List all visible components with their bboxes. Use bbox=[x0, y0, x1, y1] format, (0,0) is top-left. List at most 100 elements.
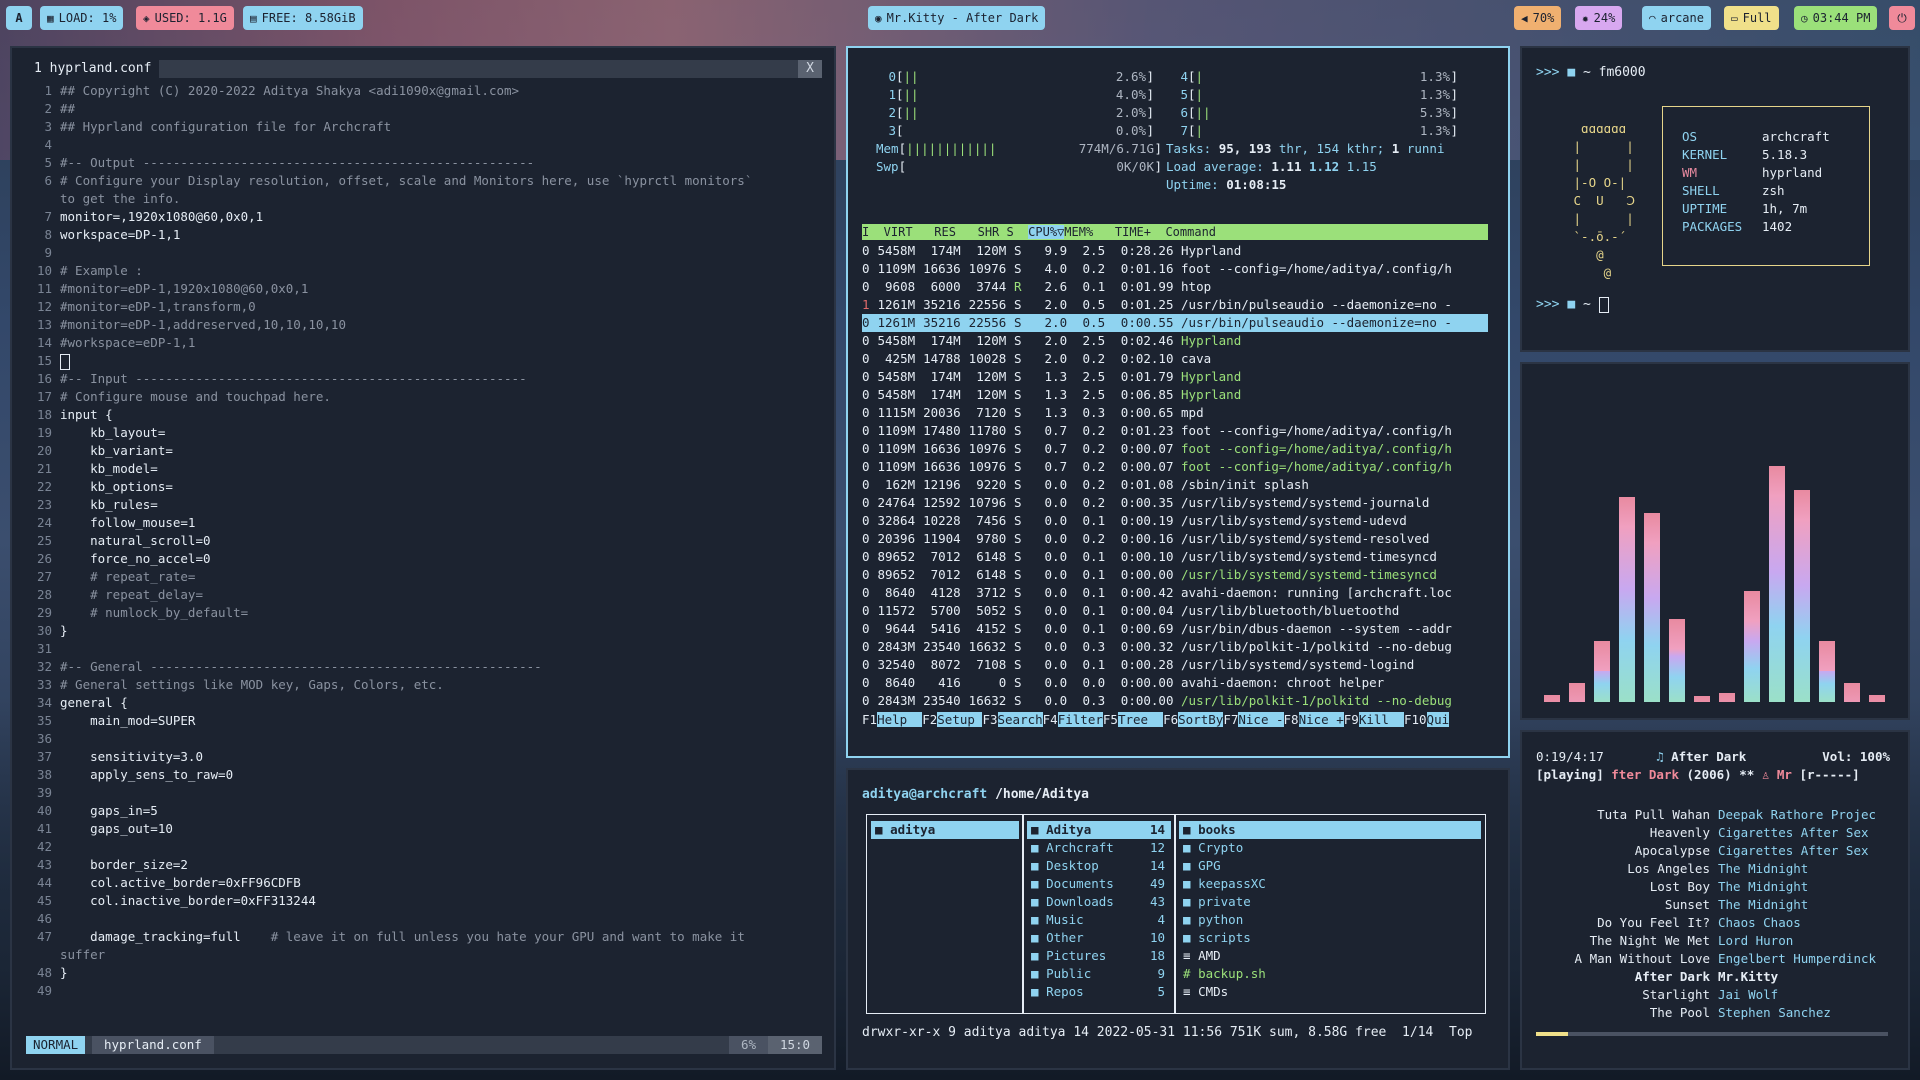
file-entry[interactable]: ■ books bbox=[1179, 821, 1481, 839]
file-entry[interactable]: ≡ CMDs bbox=[1179, 983, 1481, 1001]
close-tab-button[interactable]: X bbox=[798, 60, 822, 78]
process-table-header[interactable]: I VIRT RES SHR S CPU%▽MEM% TIME+ Command bbox=[862, 224, 1488, 240]
process-row[interactable]: 0 1109M 16636 10976 S 4.0 0.2 0:01.16 foot --co… bbox=[862, 260, 1488, 278]
playlist-title[interactable]: Tuta Pull Wahan bbox=[1536, 806, 1710, 824]
playlist-artist[interactable]: Mr.Kitty bbox=[1718, 968, 1778, 986]
process-row[interactable]: 0 1109M 17480 11780 S 0.7 0.2 0:01.23 foot --co… bbox=[862, 422, 1488, 440]
prompt-line-2[interactable]: >>> ■ ~ bbox=[1536, 296, 1609, 314]
process-row[interactable]: 0 1115M 20036 7120 S 1.3 0.3 0:00.65 mpd bbox=[862, 404, 1488, 422]
process-row[interactable]: 1 1261M 35216 22556 S 2.0 0.5 0:01.25 /usr/bin/… bbox=[862, 296, 1488, 314]
playlist-artist[interactable]: Chaos Chaos bbox=[1718, 914, 1801, 932]
parent-column[interactable]: ■ aditya bbox=[866, 814, 1024, 1014]
playlist-artist[interactable]: Deepak Rathore Projec bbox=[1718, 806, 1876, 824]
file-entry[interactable]: ■ Archcraft 12 bbox=[1027, 839, 1171, 857]
battery-module[interactable]: ▭ Full bbox=[1724, 6, 1779, 30]
function-key-label[interactable]: Nice + bbox=[1298, 712, 1344, 727]
file-entry[interactable]: ■ Crypto bbox=[1179, 839, 1481, 857]
htop-window[interactable]: 0[|| 2.6%] 1[|| 4.0%] 2[|| 2.0%] 3[0.0%] 4[| 1.3… bbox=[846, 46, 1510, 758]
playlist-artist[interactable]: The Midnight bbox=[1718, 878, 1808, 896]
function-key-label[interactable]: Kill bbox=[1358, 712, 1404, 727]
playlist-title[interactable]: A Man Without Love bbox=[1536, 950, 1710, 968]
process-row[interactable]: 0 2843M 23540 16632 S 0.0 0.3 0:00.00 /usr/lib/… bbox=[862, 692, 1488, 710]
file-entry[interactable]: ≡ AMD bbox=[1179, 947, 1481, 965]
playlist-artist[interactable]: Engelbert Humperdinck bbox=[1718, 950, 1876, 968]
volume-module[interactable]: ◀ 70% bbox=[1514, 6, 1562, 30]
function-key-label[interactable]: Qui bbox=[1426, 712, 1450, 727]
process-row[interactable]: 0 8640 416 0 S 0.0 0.0 0:00.00 avahi-daemon: ch… bbox=[862, 674, 1488, 692]
function-key-label[interactable]: Setup bbox=[937, 712, 983, 727]
process-row[interactable]: 0 5458M 174M 120M S 2.0 2.5 0:02.46 Hyprland bbox=[862, 332, 1488, 350]
playlist-artist[interactable]: Cigarettes After Sex bbox=[1718, 842, 1869, 860]
function-key-label[interactable]: SortBy bbox=[1178, 712, 1224, 727]
process-row[interactable]: 0 32540 8072 7108 S 0.0 0.1 0:00.28 /usr/lib/sy… bbox=[862, 656, 1488, 674]
process-row[interactable]: 0 162M 12196 9220 S 0.0 0.2 0:01.08 /sbin/init … bbox=[862, 476, 1488, 494]
file-entry[interactable]: ■ private bbox=[1179, 893, 1481, 911]
process-row[interactable]: 0 8640 4128 3712 S 0.0 0.1 0:00.42 avahi-daemon… bbox=[862, 584, 1488, 602]
process-row[interactable]: 0 20396 11904 9780 S 0.0 0.2 0:00.16 /usr/lib/s… bbox=[862, 530, 1488, 548]
file-entry[interactable]: ■ Downloads 43 bbox=[1027, 893, 1171, 911]
process-row[interactable]: 0 425M 14788 10028 S 2.0 0.2 0:02.10 cava bbox=[862, 350, 1488, 368]
playlist-title[interactable]: Los Angeles bbox=[1536, 860, 1710, 878]
clock-module[interactable]: ◷ 03:44 PM bbox=[1794, 6, 1878, 30]
function-key-label[interactable]: Search bbox=[997, 712, 1043, 727]
playlist-artist[interactable]: Stephen Sanchez bbox=[1718, 1004, 1831, 1022]
process-row[interactable]: 0 24764 12592 10796 S 0.0 0.2 0:00.35 /usr/lib/… bbox=[862, 494, 1488, 512]
playlist-title[interactable]: Lost Boy bbox=[1536, 878, 1710, 896]
window-title-module[interactable]: ◉ Mr.Kitty - After Dark bbox=[868, 6, 1046, 30]
process-row[interactable]: 0 11572 5700 5052 S 0.0 0.1 0:00.04 /usr/lib/bl… bbox=[862, 602, 1488, 620]
playlist-artist[interactable]: The Midnight bbox=[1718, 860, 1808, 878]
launcher-button[interactable]: A bbox=[6, 6, 32, 30]
process-row[interactable]: 0 5458M 174M 120M S 1.3 2.5 0:01.79 Hyprland bbox=[862, 368, 1488, 386]
process-row[interactable]: 0 5458M 174M 120M S 1.3 2.5 0:06.85 Hyprland bbox=[862, 386, 1488, 404]
file-entry[interactable]: ■ GPG bbox=[1179, 857, 1481, 875]
file-entry[interactable]: ■ Public 9 bbox=[1027, 965, 1171, 983]
file-entry[interactable]: ■ Documents 49 bbox=[1027, 875, 1171, 893]
process-row[interactable]: 0 32864 10228 7456 S 0.0 0.1 0:00.19 /usr/lib/s… bbox=[862, 512, 1488, 530]
process-row[interactable]: 0 1261M 35216 22556 S 2.0 0.5 0:00.55 /usr/bin/… bbox=[862, 314, 1488, 332]
process-row[interactable]: 0 89652 7012 6148 S 0.0 0.1 0:00.10 /usr/lib/sy… bbox=[862, 548, 1488, 566]
process-row[interactable]: 0 9608 6000 3744 R 2.6 0.1 0:01.99 htop bbox=[862, 278, 1488, 296]
editor-window[interactable]: 1 hyprland.conf X 1 ## Copyright (C) 2020… bbox=[10, 46, 836, 1070]
process-row[interactable]: 0 9644 5416 4152 S 0.0 0.1 0:00.69 /usr/bin/dbu… bbox=[862, 620, 1488, 638]
function-key-label[interactable]: Help bbox=[877, 712, 923, 727]
power-button[interactable]: ⏻ bbox=[1889, 6, 1915, 30]
playlist-artist[interactable]: Jai Wolf bbox=[1718, 986, 1778, 1004]
preview-column[interactable]: ■ books ■ Crypto ■ GPG ■ keepassXC ■ private… bbox=[1174, 814, 1486, 1014]
seek-bar[interactable] bbox=[1536, 1032, 1888, 1036]
process-row[interactable]: 0 89652 7012 6148 S 0.0 0.1 0:00.00 /usr/lib/sy… bbox=[862, 566, 1488, 584]
process-row[interactable]: 0 1109M 16636 10976 S 0.7 0.2 0:00.07 foot --co… bbox=[862, 440, 1488, 458]
file-entry[interactable]: ■ Pictures 18 bbox=[1027, 947, 1171, 965]
file-manager-window[interactable]: aditya@archcraft /home/Aditya ■ aditya ■… bbox=[846, 768, 1510, 1070]
playlist-title[interactable]: Sunset bbox=[1536, 896, 1710, 914]
playlist-title[interactable]: Starlight bbox=[1536, 986, 1710, 1004]
function-key-label[interactable]: Tree bbox=[1117, 712, 1164, 727]
function-key-label[interactable]: Filter bbox=[1057, 712, 1103, 727]
fetch-terminal-window[interactable]: >>> ■ ~ fm6000 ɑɑɑɑɑɑ | | | | |-O O-| C … bbox=[1520, 46, 1910, 352]
file-entry[interactable]: ■ aditya bbox=[871, 821, 1019, 839]
editor-buffer[interactable]: 1 ## Copyright (C) 2020-2022 Aditya Shaky… bbox=[26, 82, 826, 1000]
playlist-title[interactable]: The Pool bbox=[1536, 1004, 1710, 1022]
process-row[interactable]: 0 2843M 23540 16632 S 0.0 0.3 0:00.32 /usr/lib/… bbox=[862, 638, 1488, 656]
file-entry[interactable]: ■ Desktop 14 bbox=[1027, 857, 1171, 875]
editor-tab[interactable]: 1 hyprland.conf bbox=[26, 60, 160, 78]
process-row[interactable]: 0 5458M 174M 120M S 9.9 2.5 0:28.26 Hyprland bbox=[862, 242, 1488, 260]
function-key-label[interactable]: Nice - bbox=[1238, 712, 1284, 727]
wifi-module[interactable]: ◠ arcane bbox=[1642, 6, 1711, 30]
disk-free-module[interactable]: ▤ FREE: 8.58GiB bbox=[243, 6, 363, 30]
playlist-title[interactable]: Apocalypse bbox=[1536, 842, 1710, 860]
playlist-title[interactable]: Do You Feel It? bbox=[1536, 914, 1710, 932]
cpu-load-module[interactable]: ▦ LOAD: 1% bbox=[40, 6, 124, 30]
file-entry[interactable]: ■ Other 10 bbox=[1027, 929, 1171, 947]
file-entry[interactable]: ■ Music 4 bbox=[1027, 911, 1171, 929]
playlist-artist[interactable]: Cigarettes After Sex bbox=[1718, 824, 1869, 842]
file-entry[interactable]: ■ keepassXC bbox=[1179, 875, 1481, 893]
current-column[interactable]: ■ Aditya 14 ■ Archcraft 12 ■ Desktop 14 ■ Docu… bbox=[1022, 814, 1176, 1014]
file-entry[interactable]: ■ Aditya 14 bbox=[1027, 821, 1171, 839]
playlist-artist[interactable]: Lord Huron bbox=[1718, 932, 1793, 950]
playlist-artist[interactable]: The Midnight bbox=[1718, 896, 1808, 914]
memory-used-module[interactable]: ◈ USED: 1.1G bbox=[136, 6, 234, 30]
file-entry[interactable]: ■ python bbox=[1179, 911, 1481, 929]
playlist-title[interactable]: After Dark bbox=[1536, 968, 1710, 986]
file-entry[interactable]: # backup.sh bbox=[1179, 965, 1481, 983]
brightness-module[interactable]: ✹ 24% bbox=[1575, 6, 1623, 30]
